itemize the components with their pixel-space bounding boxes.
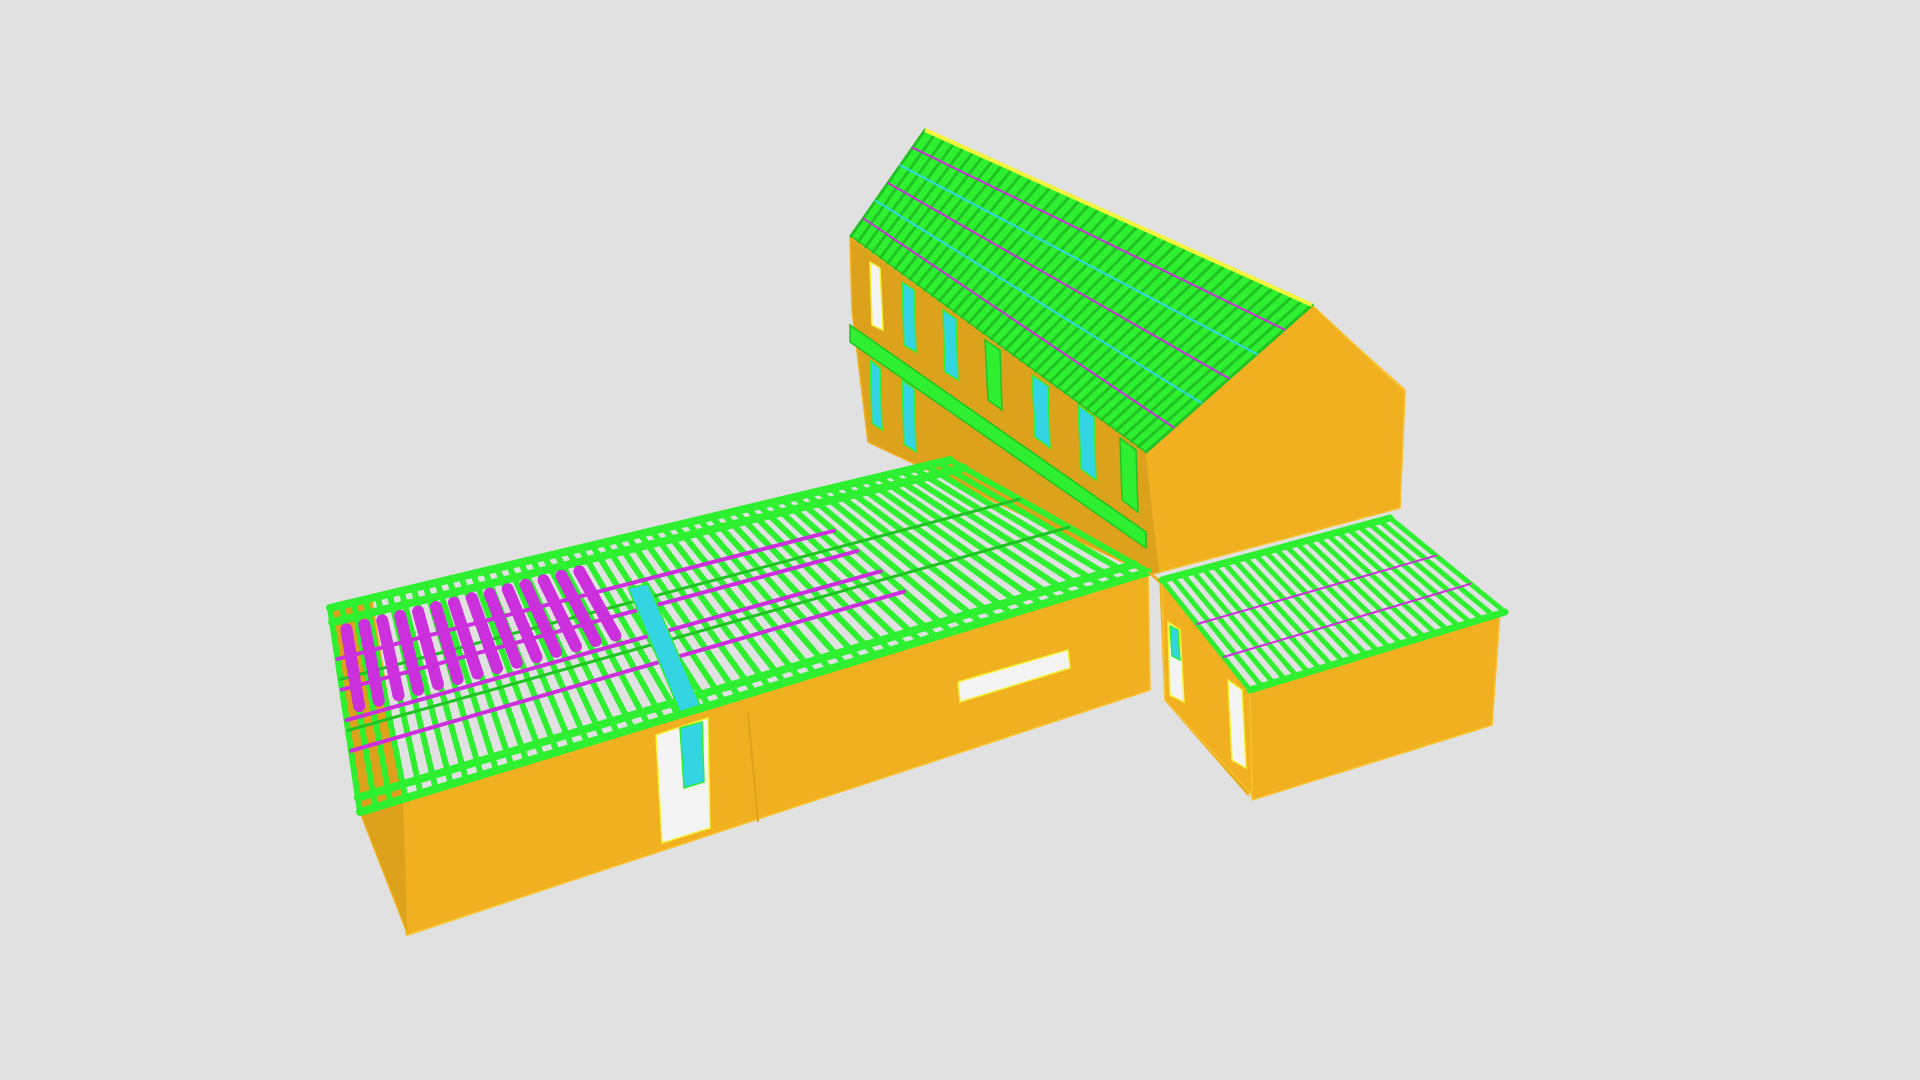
annex-front-wall bbox=[1249, 610, 1501, 802]
long-wing bbox=[326, 456, 1152, 937]
annex-joist bbox=[1377, 518, 1496, 619]
annex-door-glass bbox=[1169, 624, 1181, 662]
3d-viewport[interactable] bbox=[0, 0, 1920, 1080]
door-glass bbox=[679, 721, 705, 789]
main-block bbox=[849, 128, 1406, 576]
building-model-render[interactable] bbox=[0, 0, 1920, 1080]
